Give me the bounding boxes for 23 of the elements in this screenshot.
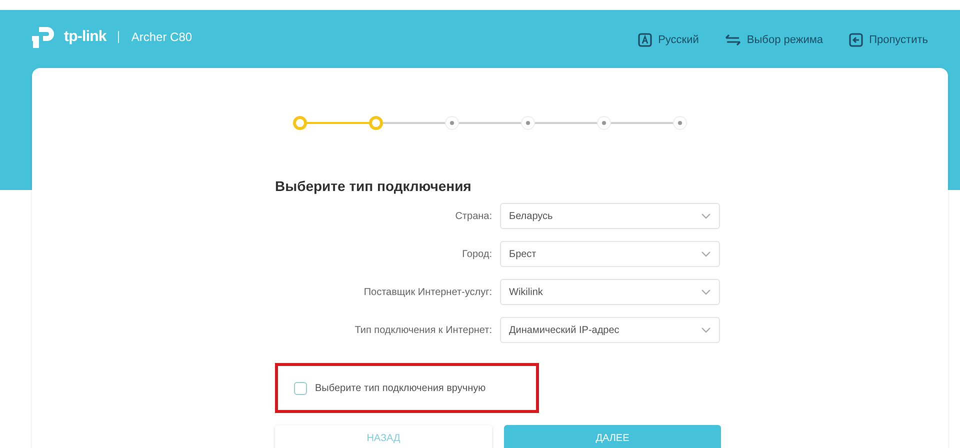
checkbox[interactable] bbox=[294, 382, 307, 394]
form-title: Выберите тип подключения bbox=[275, 177, 472, 196]
select-field[interactable]: Динамический IP-адрес bbox=[500, 317, 720, 343]
chevron-down-icon bbox=[701, 289, 711, 295]
field-label: Поставщик Интернет-услуг: bbox=[362, 286, 493, 300]
select-field[interactable]: Wikilink bbox=[500, 279, 720, 305]
select-field[interactable]: Беларусь bbox=[500, 203, 720, 229]
field-label: Город: bbox=[461, 248, 493, 262]
model-name: Archer C80 bbox=[131, 29, 192, 46]
chevron-down-icon bbox=[701, 251, 711, 257]
brand-name: tp-link bbox=[64, 26, 106, 47]
field-label: Тип подключения к Интернет: bbox=[354, 324, 493, 338]
chevron-down-icon bbox=[701, 327, 711, 333]
header-link[interactable]: Русский bbox=[638, 32, 699, 48]
exit-square-icon bbox=[849, 33, 864, 48]
select-field[interactable]: Брест bbox=[500, 241, 720, 267]
swap-arrows-icon bbox=[724, 34, 741, 46]
field-label: Страна: bbox=[454, 210, 493, 224]
checkbox-label: Выберите тип подключения вручную bbox=[315, 382, 486, 396]
header-link[interactable]: Выбор режима bbox=[724, 32, 824, 48]
letter-square-icon bbox=[638, 33, 652, 48]
chevron-down-icon bbox=[701, 213, 711, 219]
header-link[interactable]: Пропустить bbox=[849, 32, 928, 48]
